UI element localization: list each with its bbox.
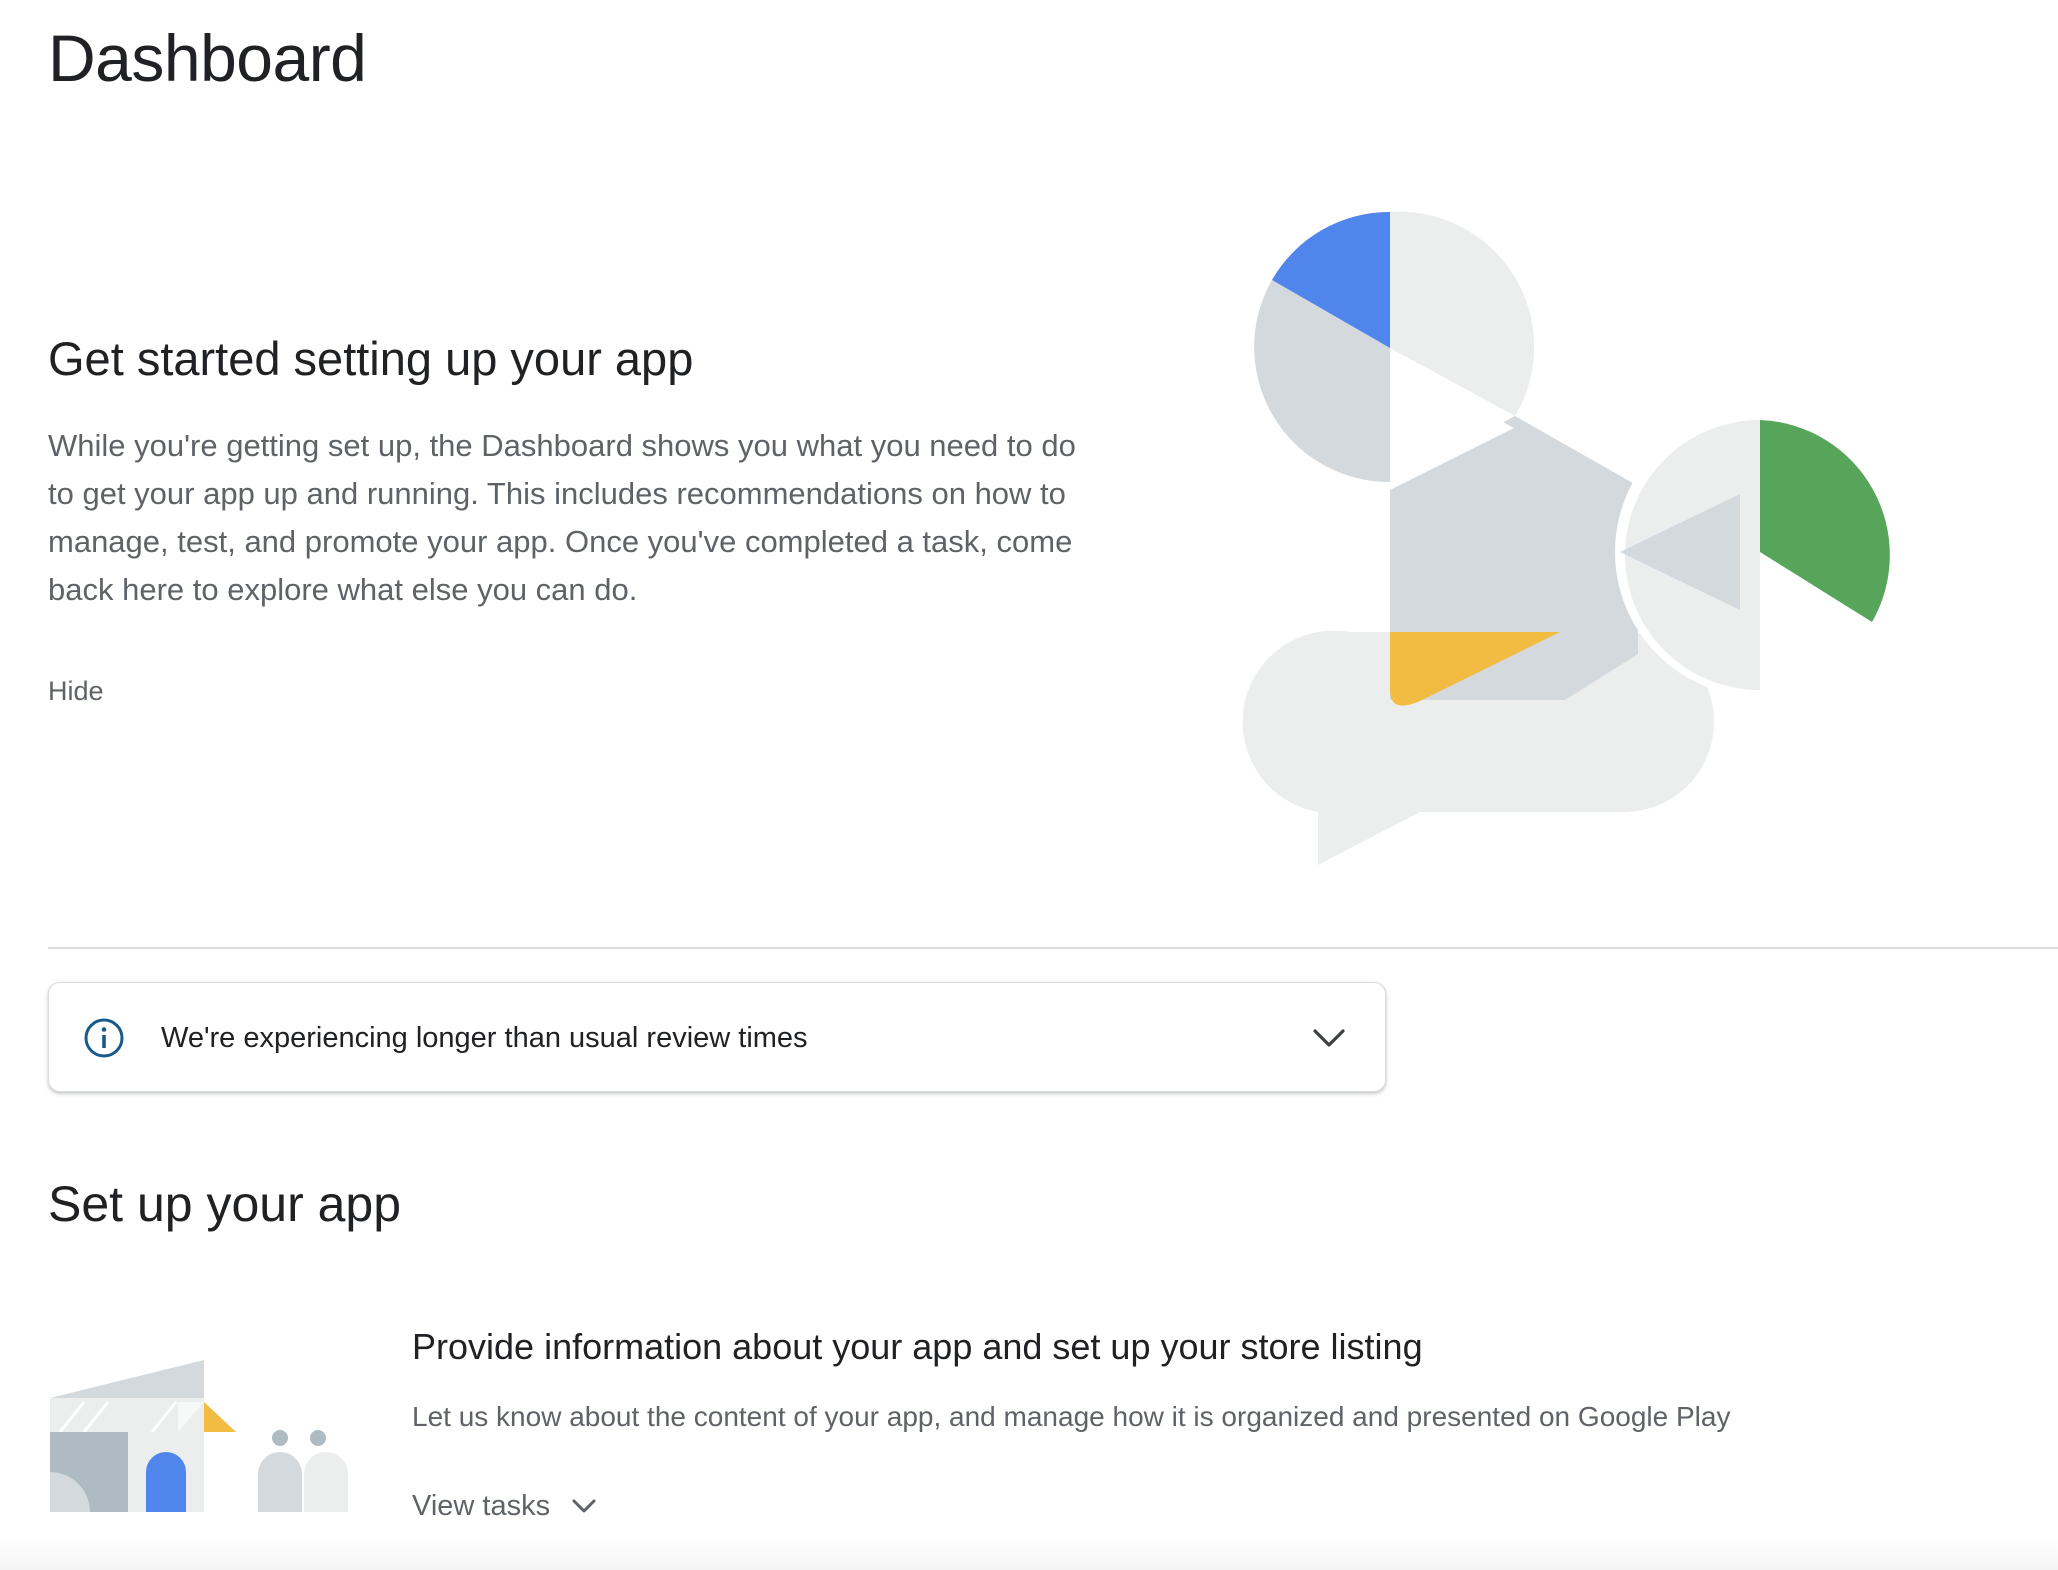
info-icon bbox=[84, 1018, 124, 1058]
divider bbox=[48, 947, 2058, 949]
view-tasks-label: View tasks bbox=[412, 1490, 551, 1522]
chevron-down-icon[interactable] bbox=[1311, 1023, 1347, 1053]
hide-button[interactable]: Hide bbox=[48, 674, 104, 708]
task-description: Let us know about the content of your ap… bbox=[412, 1401, 1731, 1432]
scroll-fade bbox=[0, 1538, 2058, 1570]
setup-section-heading: Set up your app bbox=[48, 1176, 402, 1232]
banner-text: We're experiencing longer than usual rev… bbox=[161, 1022, 808, 1054]
task-title: Provide information about your app and s… bbox=[412, 1326, 1423, 1367]
review-times-banner[interactable]: We're experiencing longer than usual rev… bbox=[48, 982, 1386, 1092]
store-building-illustration bbox=[50, 1360, 348, 1512]
view-tasks-button[interactable]: View tasks bbox=[412, 1486, 598, 1526]
google-play-shapes-illustration bbox=[1242, 211, 1905, 865]
chevron-down-icon bbox=[572, 1499, 596, 1513]
intro-heading: Get started setting up your app bbox=[48, 332, 694, 385]
intro-body: While you're getting set up, the Dashboa… bbox=[48, 428, 1076, 607]
page-title: Dashboard bbox=[48, 21, 367, 95]
